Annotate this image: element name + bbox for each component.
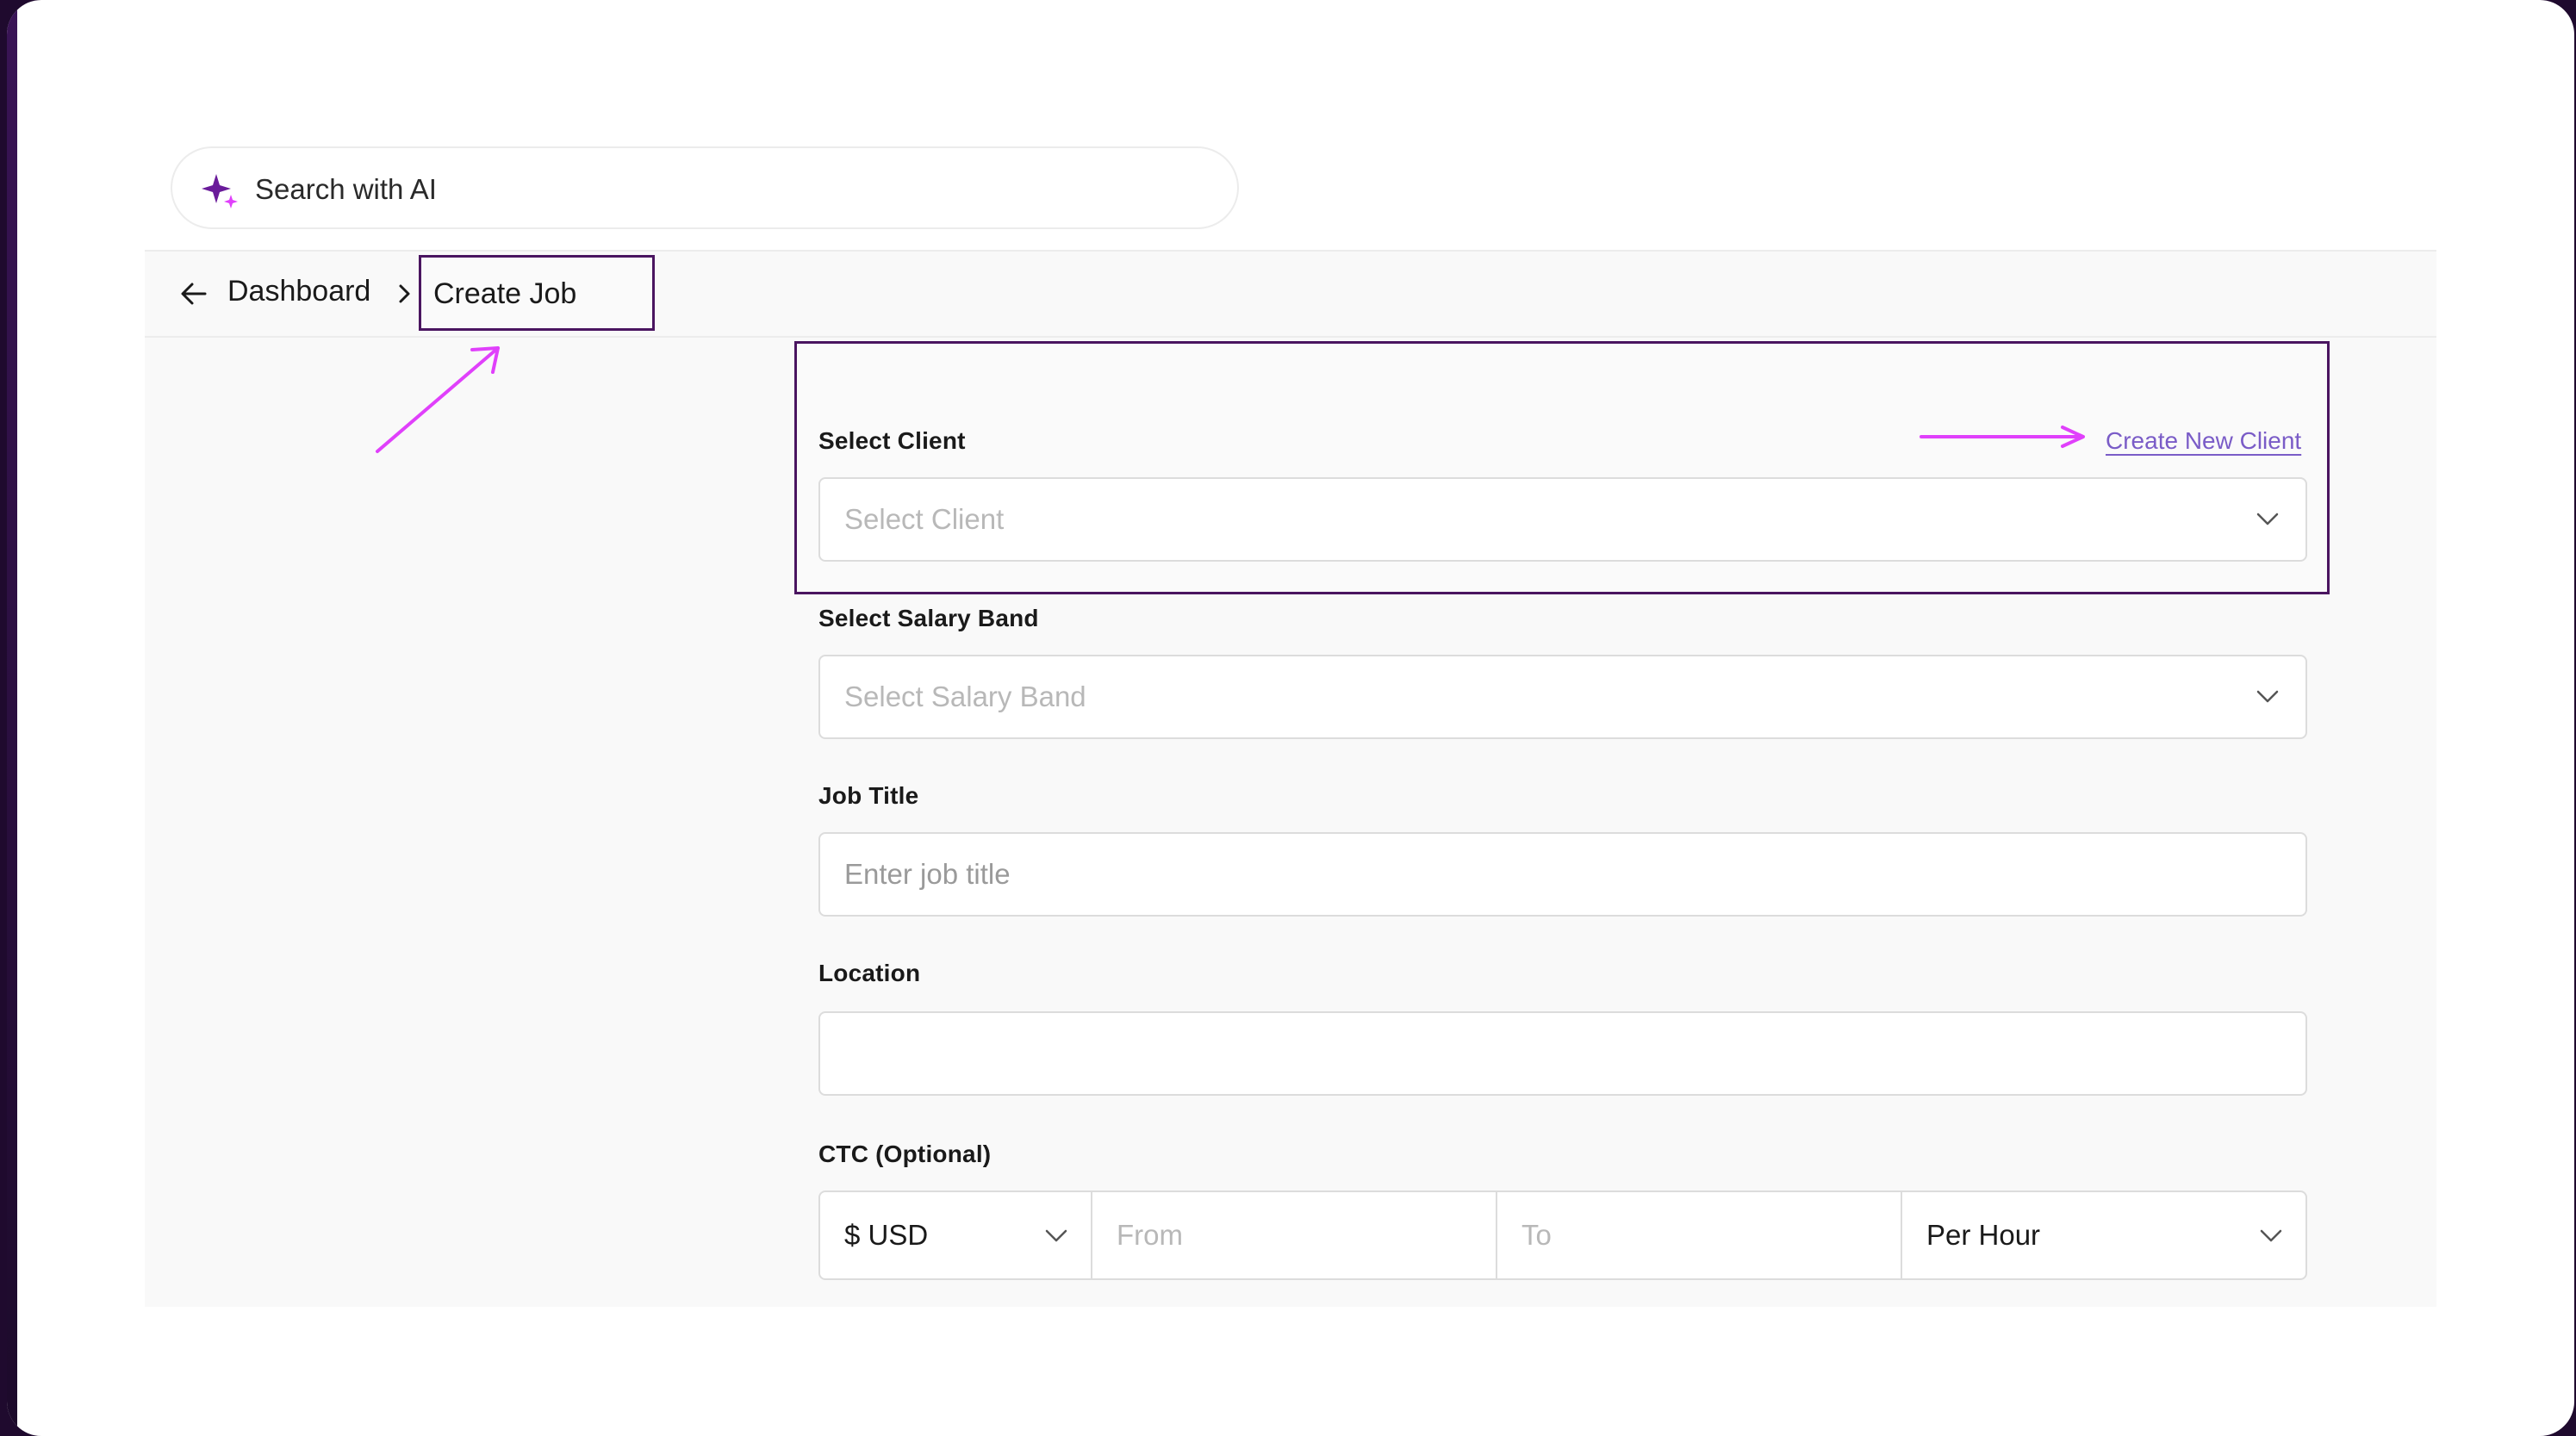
breadcrumb-dashboard-link[interactable]: Dashboard	[227, 272, 370, 310]
ctc-from-input[interactable]: From	[1092, 1192, 1497, 1278]
search-placeholder: Search with AI	[255, 173, 437, 205]
breadcrumb-current-page: Create Job	[419, 255, 655, 331]
select-client-placeholder: Select Client	[844, 503, 1005, 535]
chevron-down-icon	[2256, 690, 2279, 703]
salary-band-placeholder: Select Salary Band	[844, 681, 1086, 712]
annotation-arrow	[376, 346, 500, 453]
arrow-left-icon[interactable]	[179, 279, 208, 308]
chevron-down-icon	[1045, 1229, 1067, 1242]
ai-search-bar[interactable]: Search with AI	[171, 146, 1239, 229]
create-new-client-link[interactable]: Create New Client	[2106, 427, 2301, 455]
ctc-label: CTC (Optional)	[818, 1141, 992, 1167]
job-title-input[interactable]: Enter job title	[818, 832, 2307, 917]
ctc-to-placeholder: To	[1521, 1219, 1552, 1251]
location-label: Location	[818, 960, 921, 986]
job-title-label: Job Title	[818, 782, 919, 809]
salary-band-dropdown[interactable]: Select Salary Band	[818, 655, 2307, 739]
app-window: Search with AI Dashboard Create Job Sele…	[7, 0, 2574, 1436]
select-client-label: Select Client	[818, 427, 966, 454]
chevron-down-icon	[2260, 1229, 2282, 1242]
breadcrumb: Dashboard Create Job	[145, 252, 2436, 338]
annotation-arrow	[1920, 426, 2085, 448]
sparkle-icon	[202, 174, 238, 208]
job-title-placeholder: Enter job title	[844, 858, 1011, 890]
salary-band-label: Select Salary Band	[818, 605, 1039, 631]
main-content: Dashboard Create Job Select Client Creat…	[145, 250, 2436, 1307]
ctc-period-select[interactable]: Per Hour	[1902, 1192, 2305, 1278]
ctc-to-input[interactable]: To	[1497, 1192, 1902, 1278]
ctc-period-value: Per Hour	[1926, 1219, 2041, 1251]
currency-select[interactable]: $ USD	[820, 1192, 1092, 1278]
ctc-group: $ USD From To Per Hour	[818, 1190, 2307, 1280]
location-input[interactable]	[818, 1011, 2307, 1096]
select-client-dropdown[interactable]: Select Client	[818, 477, 2307, 562]
chevron-down-icon	[2256, 513, 2279, 525]
chevron-right-icon	[399, 284, 410, 303]
currency-value: $ USD	[844, 1219, 929, 1251]
ctc-from-placeholder: From	[1117, 1219, 1183, 1251]
